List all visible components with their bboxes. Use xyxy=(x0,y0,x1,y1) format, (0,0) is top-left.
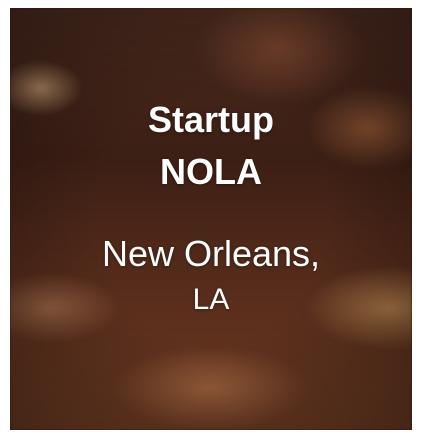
card-title-line-1: Startup xyxy=(148,99,274,140)
card-title-line-2: NOLA xyxy=(160,151,262,192)
card-location-line-1: New Orleans, xyxy=(101,233,321,274)
card-location-line-2: LA xyxy=(192,283,230,316)
event-card[interactable]: Startup NOLA New Orleans, LA xyxy=(10,8,412,430)
image-vignette xyxy=(10,8,412,430)
